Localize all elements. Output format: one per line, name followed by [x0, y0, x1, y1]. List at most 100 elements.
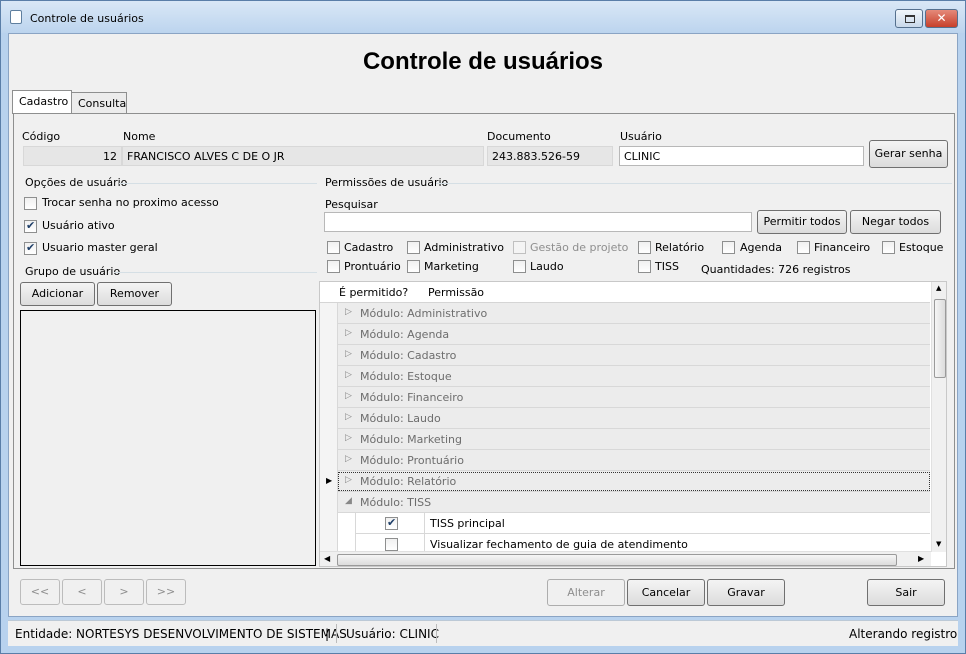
scroll-left-icon[interactable]: ◀ [324, 554, 330, 563]
last-record-button[interactable]: >> [146, 579, 186, 605]
row-header [320, 429, 338, 450]
client-area: Controle de usuários Cadastro Consulta C… [8, 33, 958, 617]
user-group-list[interactable] [20, 310, 316, 566]
group-row-administrativo[interactable]: ▷ Módulo: Administrativo [320, 303, 930, 324]
user-group-title: Grupo de usuário [25, 265, 121, 278]
filter-marketing-label: Marketing [424, 260, 479, 273]
grid-header: É permitido? Permissão [320, 282, 930, 303]
filter-laudo-label: Laudo [530, 260, 564, 273]
row-header [320, 345, 338, 366]
status-mode: Alterando registro [849, 627, 958, 641]
scroll-up-icon[interactable]: ▲ [936, 284, 941, 292]
permissions-title: Permissões de usuário [325, 176, 449, 189]
filter-cadastro-label: Cadastro [344, 241, 394, 254]
nome-field[interactable]: FRANCISCO ALVES C DE O JR [122, 146, 484, 166]
group-row-agenda[interactable]: ▷ Módulo: Agenda [320, 324, 930, 345]
status-separator: | [325, 627, 330, 641]
expand-icon[interactable]: ▷ [345, 328, 352, 338]
permissions-grid[interactable]: É permitido? Permissão ▷ Módulo: Administ… [319, 281, 947, 567]
filter-estoque-checkbox[interactable] [882, 241, 895, 254]
filter-gestao-projeto-checkbox[interactable] [513, 241, 526, 254]
permitir-todos-button[interactable]: Permitir todos [757, 210, 847, 234]
gerar-senha-button[interactable]: Gerar senha [869, 140, 948, 168]
group-row-tiss[interactable]: ◢ Módulo: TISS [320, 492, 930, 513]
previous-record-button[interactable]: < [62, 579, 102, 605]
group-label: Módulo: Agenda [360, 328, 450, 341]
row-header: ▶ [320, 471, 338, 492]
column-permission-header[interactable]: Permissão [428, 286, 484, 299]
group-row-prontuario[interactable]: ▷ Módulo: Prontuário [320, 450, 930, 471]
documento-field[interactable]: 243.883.526-59 [487, 146, 613, 166]
filter-agenda-checkbox[interactable] [722, 241, 735, 254]
column-allowed-header[interactable]: É permitido? [339, 286, 408, 299]
group-row-financeiro[interactable]: ▷ Módulo: Financeiro [320, 387, 930, 408]
horizontal-scroll-thumb[interactable] [337, 554, 897, 566]
row-header [320, 408, 338, 429]
group-row-marketing[interactable]: ▷ Módulo: Marketing [320, 429, 930, 450]
close-button[interactable]: ✕ [925, 9, 958, 28]
collapse-icon[interactable]: ◢ [345, 496, 352, 506]
status-bar: Entidade: NORTESYS DESENVOLVIMENTO DE SI… [8, 620, 958, 646]
filter-financeiro-checkbox[interactable] [797, 241, 810, 254]
status-usuario: Usuário: CLINIC [346, 627, 439, 641]
expand-icon[interactable]: ▷ [345, 475, 352, 485]
row-header [320, 366, 338, 387]
filter-relatorio-checkbox[interactable] [638, 241, 651, 254]
filter-tiss-checkbox[interactable] [638, 260, 651, 273]
documento-label: Documento [487, 130, 551, 143]
filter-prontuario-checkbox[interactable] [327, 260, 340, 273]
filter-marketing-checkbox[interactable] [407, 260, 420, 273]
row-header [320, 513, 338, 534]
expand-icon[interactable]: ▷ [345, 454, 352, 464]
usuario-field[interactable]: CLINIC [619, 146, 864, 166]
codigo-field[interactable]: 12 [23, 146, 122, 166]
group-label: Módulo: Marketing [360, 433, 462, 446]
vertical-scroll-thumb[interactable] [934, 299, 946, 378]
group-row-estoque[interactable]: ▷ Módulo: Estoque [320, 366, 930, 387]
gravar-button[interactable]: Gravar [707, 579, 785, 606]
sair-button[interactable]: Sair [867, 579, 945, 606]
allowed-checkbox[interactable] [385, 516, 398, 530]
permission-row[interactable]: TISS principal [320, 513, 930, 534]
remover-button[interactable]: Remover [97, 282, 172, 306]
first-record-button[interactable]: << [20, 579, 60, 605]
scroll-down-icon[interactable]: ▼ [936, 540, 941, 548]
allowed-checkbox[interactable] [385, 538, 398, 551]
title-bar: Controle de usuários ✕ [1, 1, 965, 33]
row-indent [338, 513, 356, 534]
expand-icon[interactable]: ▷ [345, 412, 352, 422]
tab-consulta[interactable]: Consulta [71, 92, 127, 114]
scroll-right-icon[interactable]: ▶ [918, 554, 924, 563]
trocar-senha-checkbox[interactable] [24, 197, 37, 210]
group-row-laudo[interactable]: ▷ Módulo: Laudo [320, 408, 930, 429]
expand-icon[interactable]: ▷ [345, 433, 352, 443]
filter-cadastro-checkbox[interactable] [327, 241, 340, 254]
filter-relatorio-label: Relatório [655, 241, 705, 254]
group-row-relatorio[interactable]: ▶ ▷ Módulo: Relatório [320, 471, 930, 492]
filter-administrativo-checkbox[interactable] [407, 241, 420, 254]
group-row-cadastro[interactable]: ▷ Módulo: Cadastro [320, 345, 930, 366]
usuario-ativo-checkbox[interactable] [24, 219, 37, 233]
restore-button[interactable] [895, 9, 923, 28]
expand-icon[interactable]: ▷ [345, 349, 352, 359]
group-label: Módulo: Relatório [360, 475, 457, 488]
pesquisar-input[interactable] [324, 212, 752, 232]
expand-icon[interactable]: ▷ [345, 307, 352, 317]
negar-todos-button[interactable]: Negar todos [850, 210, 941, 234]
allowed-cell [356, 513, 425, 534]
horizontal-scrollbar[interactable]: ◀ ▶ [320, 551, 931, 566]
cancelar-button[interactable]: Cancelar [627, 579, 705, 606]
expand-icon[interactable]: ▷ [345, 391, 352, 401]
vertical-scrollbar[interactable]: ▲ ▼ [931, 282, 946, 552]
adicionar-button[interactable]: Adicionar [20, 282, 95, 306]
alterar-button[interactable]: Alterar [547, 579, 625, 606]
filter-laudo-checkbox[interactable] [513, 260, 526, 273]
expand-icon[interactable]: ▷ [345, 370, 352, 380]
page-title: Controle de usuários [362, 48, 604, 75]
tab-cadastro[interactable]: Cadastro [12, 90, 72, 114]
usuario-master-checkbox[interactable] [24, 241, 37, 255]
next-record-button[interactable]: > [104, 579, 144, 605]
group-label: Módulo: Cadastro [360, 349, 457, 362]
filter-tiss-label: TISS [655, 260, 679, 273]
usuario-label: Usuário [620, 130, 662, 143]
